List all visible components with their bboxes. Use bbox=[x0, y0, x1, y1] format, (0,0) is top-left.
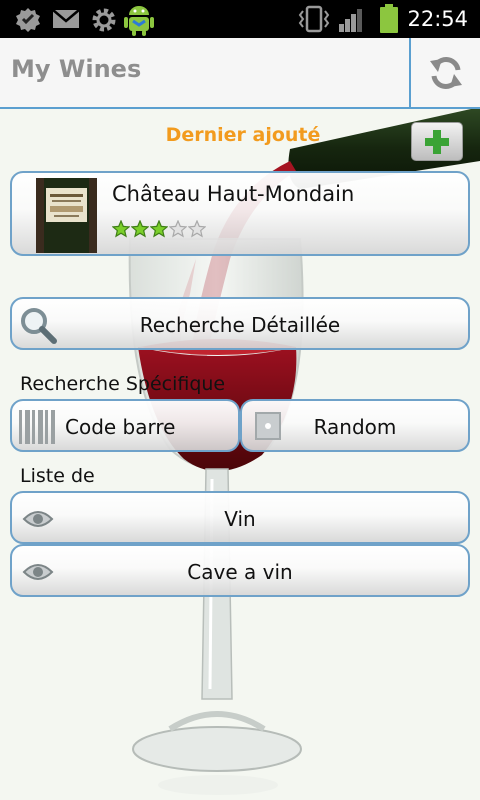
status-time: 22:54 bbox=[407, 7, 468, 31]
barcode-button[interactable]: Code barre bbox=[10, 399, 240, 452]
signal-icon bbox=[339, 9, 362, 32]
random-label: Random bbox=[313, 415, 397, 439]
wine-bottle-thumbnail bbox=[36, 178, 97, 253]
status-bar: 22:54 bbox=[0, 0, 480, 38]
star-empty-icon bbox=[188, 220, 206, 238]
detailed-search-label: Recherche Détaillée bbox=[139, 313, 341, 337]
random-button[interactable]: Random bbox=[240, 399, 470, 452]
vibrate-icon bbox=[298, 5, 330, 33]
android-icon bbox=[124, 6, 154, 36]
specific-search-heading: Recherche Spécifique bbox=[20, 373, 226, 395]
last-added-heading: Dernier ajouté bbox=[165, 124, 321, 146]
list-heading: Liste de bbox=[20, 465, 95, 487]
app-title: My Wines bbox=[11, 55, 142, 83]
rating-stars bbox=[112, 220, 206, 238]
cellar-list-label: Cave a vin bbox=[187, 560, 293, 584]
barcode-icon bbox=[19, 410, 55, 444]
star-filled-icon bbox=[150, 220, 168, 238]
last-wine-card[interactable]: Château Haut-Mondain bbox=[10, 171, 470, 256]
settings-icon bbox=[16, 8, 40, 32]
plus-icon bbox=[425, 129, 449, 154]
wine-name: Château Haut-Mondain bbox=[112, 182, 355, 206]
cellar-list-button[interactable]: Cave a vin bbox=[10, 544, 470, 597]
wine-list-button[interactable]: Vin bbox=[10, 491, 470, 544]
battery-icon bbox=[380, 4, 398, 33]
title-bar: My Wines bbox=[0, 38, 480, 109]
barcode-label: Code barre bbox=[65, 415, 176, 439]
refresh-button[interactable] bbox=[411, 38, 480, 107]
star-filled-icon bbox=[112, 220, 130, 238]
add-wine-button[interactable] bbox=[411, 122, 463, 161]
detailed-search-button[interactable]: Recherche Détaillée bbox=[10, 297, 470, 350]
mail-icon bbox=[52, 9, 80, 28]
star-empty-icon bbox=[169, 220, 187, 238]
star-filled-icon bbox=[131, 220, 149, 238]
gear-icon bbox=[92, 8, 116, 32]
refresh-icon bbox=[429, 56, 462, 89]
wine-list-label: Vin bbox=[224, 507, 256, 531]
